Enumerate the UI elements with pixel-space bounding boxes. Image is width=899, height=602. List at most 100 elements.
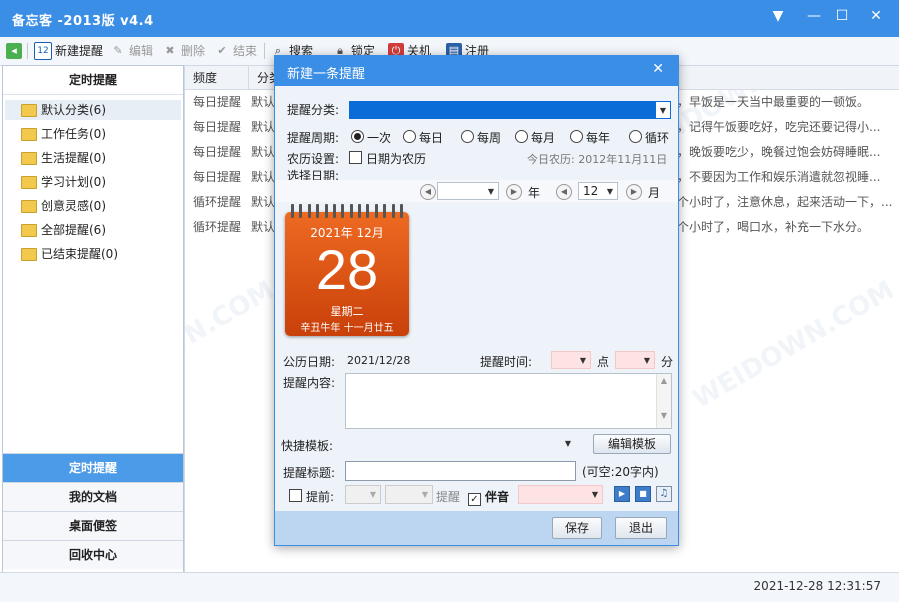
ring	[324, 204, 328, 218]
chevron-down-icon: ▼	[564, 439, 572, 448]
period-option-label: 循环	[645, 131, 670, 145]
hour-select[interactable]: ▼	[551, 351, 591, 369]
reminder-title-input[interactable]	[345, 461, 576, 481]
table-row-freq[interactable]: 循环提醒	[185, 190, 249, 215]
folder-icon	[21, 103, 37, 117]
table-row-text[interactable]: 个小时了，注意休息，起来活动一下，...	[669, 190, 899, 215]
music-icon[interactable]: ♫	[656, 486, 672, 502]
table-row-freq[interactable]: 每日提醒	[185, 115, 249, 140]
category-item-life[interactable]: 生活提醒(0)	[21, 148, 106, 168]
next-year-icon[interactable]: ▶	[506, 184, 522, 200]
check-icon: ✔	[217, 44, 227, 57]
advance-checkbox[interactable]: 提前:	[289, 488, 334, 505]
sound-label: 伴音	[485, 490, 510, 504]
calendar-weekday: 星期二	[330, 305, 364, 318]
new-reminder-dialog: 新建一条提醒 ✕ 提醒分类: ▼ 提醒周期: 一次 每日 每周 每月 每年 循环…	[274, 55, 679, 546]
scroll-down-icon[interactable]: ▼	[657, 385, 671, 420]
stop-sound-icon[interactable]: ■	[635, 486, 651, 502]
edit-template-button[interactable]: 编辑模板	[593, 434, 671, 454]
sound-select[interactable]: ▼	[518, 485, 603, 504]
month-select[interactable]: 12 ▼	[578, 182, 618, 200]
period-option-once[interactable]: 一次	[351, 129, 391, 146]
close-icon[interactable]: ✕	[862, 5, 890, 27]
content-textarea[interactable]: ▲ ▼	[345, 373, 672, 429]
table-row-freq[interactable]: 每日提醒	[185, 90, 249, 115]
column-header-frequency[interactable]: 频度	[185, 66, 249, 90]
dialog-close-icon[interactable]: ✕	[652, 61, 664, 77]
table-row-text[interactable]: ，不要因为工作和娱乐消遣就忽视睡...	[669, 165, 899, 190]
category-item-work[interactable]: 工作任务(0)	[21, 124, 106, 144]
category-select[interactable]: ▼	[349, 101, 671, 119]
category-item-default[interactable]: 默认分类(6)	[5, 100, 181, 120]
today-lunar-text: 今日农历: 2012年11月11日	[527, 153, 668, 166]
period-label: 提醒周期:	[287, 131, 340, 145]
maximize-icon[interactable]: ☐	[828, 5, 856, 27]
period-option-label: 一次	[367, 131, 392, 145]
delete-icon: ✖	[165, 44, 175, 57]
folder-icon	[21, 199, 37, 213]
dialog-title-bar: 新建一条提醒 ✕	[275, 56, 678, 86]
solar-date-value: 2021/12/28	[347, 354, 411, 367]
lunar-checkbox[interactable]: 日期为农历	[349, 150, 426, 167]
period-option-loop[interactable]: 循环	[629, 129, 669, 146]
prev-year-icon[interactable]: ◀	[420, 184, 436, 200]
category-item-finished[interactable]: 已结束提醒(0)	[21, 244, 118, 264]
scroll-up-icon[interactable]: ▲	[657, 374, 671, 385]
menu-dropdown-icon[interactable]: ▼	[764, 5, 792, 27]
minimize-icon[interactable]: —	[800, 5, 828, 27]
nav-desktop-notes[interactable]: 桌面便签	[3, 511, 183, 540]
chevron-down-icon: ▼	[487, 187, 495, 196]
dialog-title: 新建一条提醒	[287, 67, 366, 82]
table-row-text[interactable]: ，晚饭要吃少，晚餐过饱会妨碍睡眠...	[669, 140, 899, 165]
exit-button[interactable]: 退出	[615, 517, 667, 539]
sound-checkbox[interactable]: ✓ 伴音	[468, 488, 509, 506]
radio-icon	[515, 130, 528, 143]
folder-icon	[21, 247, 37, 261]
ring	[374, 204, 378, 218]
category-item-all[interactable]: 全部提醒(6)	[21, 220, 106, 240]
nav-recycle-bin[interactable]: 回收中心	[3, 540, 183, 569]
delete-label: 删除	[181, 44, 206, 58]
play-sound-icon[interactable]: ▶	[614, 486, 630, 502]
folder-icon	[21, 127, 37, 141]
advance-unit-select[interactable]: ▼	[385, 485, 433, 504]
finish-label: 结束	[233, 44, 258, 58]
finish-button[interactable]: ✔ 结束	[214, 41, 257, 61]
chevron-down-icon: ▼	[643, 356, 651, 365]
period-option-yearly[interactable]: 每年	[570, 129, 610, 146]
nav-my-documents[interactable]: 我的文档	[3, 482, 183, 511]
save-button[interactable]: 保存	[552, 517, 602, 539]
table-row-freq[interactable]: 每日提醒	[185, 165, 249, 190]
table-row-text[interactable]: ，记得午饭要吃好，吃完还要记得小...	[669, 115, 899, 140]
radio-icon	[570, 130, 583, 143]
chevron-down-icon: ▼	[579, 356, 587, 365]
edit-label: 编辑	[129, 44, 154, 58]
table-row-text[interactable]: ，早饭是一天当中最重要的一顿饭。	[669, 90, 899, 115]
edit-button[interactable]: ✎ 编辑	[110, 41, 153, 61]
folder-icon	[21, 223, 37, 237]
minute-select[interactable]: ▼	[615, 351, 655, 369]
new-reminder-button[interactable]: 12 新建提醒	[34, 41, 103, 61]
category-item-study[interactable]: 学习计划(0)	[21, 172, 106, 192]
sidebar-toggle-button[interactable]: ◂	[6, 41, 22, 61]
delete-button[interactable]: ✖ 删除	[162, 41, 205, 61]
calendar-page[interactable]: 2021年 12月 28 星期二 辛丑牛年 十一月廿五	[285, 204, 409, 336]
dialog-footer: 保存 退出	[275, 511, 678, 545]
ring	[383, 204, 387, 218]
content-scrollbar[interactable]: ▲ ▼	[656, 374, 671, 428]
year-select[interactable]: ▼	[437, 182, 499, 200]
period-option-daily[interactable]: 每日	[403, 129, 443, 146]
prev-month-icon[interactable]: ◀	[556, 184, 572, 200]
template-select[interactable]: ▼	[345, 435, 575, 453]
category-item-ideas[interactable]: 创意灵感(0)	[21, 196, 106, 216]
nav-timed-reminders[interactable]: 定时提醒	[3, 453, 183, 482]
period-option-weekly[interactable]: 每周	[461, 129, 501, 146]
table-row-freq[interactable]: 每日提醒	[185, 140, 249, 165]
period-option-monthly[interactable]: 每月	[515, 129, 555, 146]
table-row-freq[interactable]: 循环提醒	[185, 215, 249, 240]
advance-amount-select[interactable]: ▼	[345, 485, 381, 504]
table-row-text[interactable]: 个小时了，喝口水，补充一下水分。	[669, 215, 899, 240]
next-month-icon[interactable]: ▶	[626, 184, 642, 200]
checkbox-checked-icon: ✓	[468, 493, 481, 506]
folder-icon	[21, 175, 37, 189]
